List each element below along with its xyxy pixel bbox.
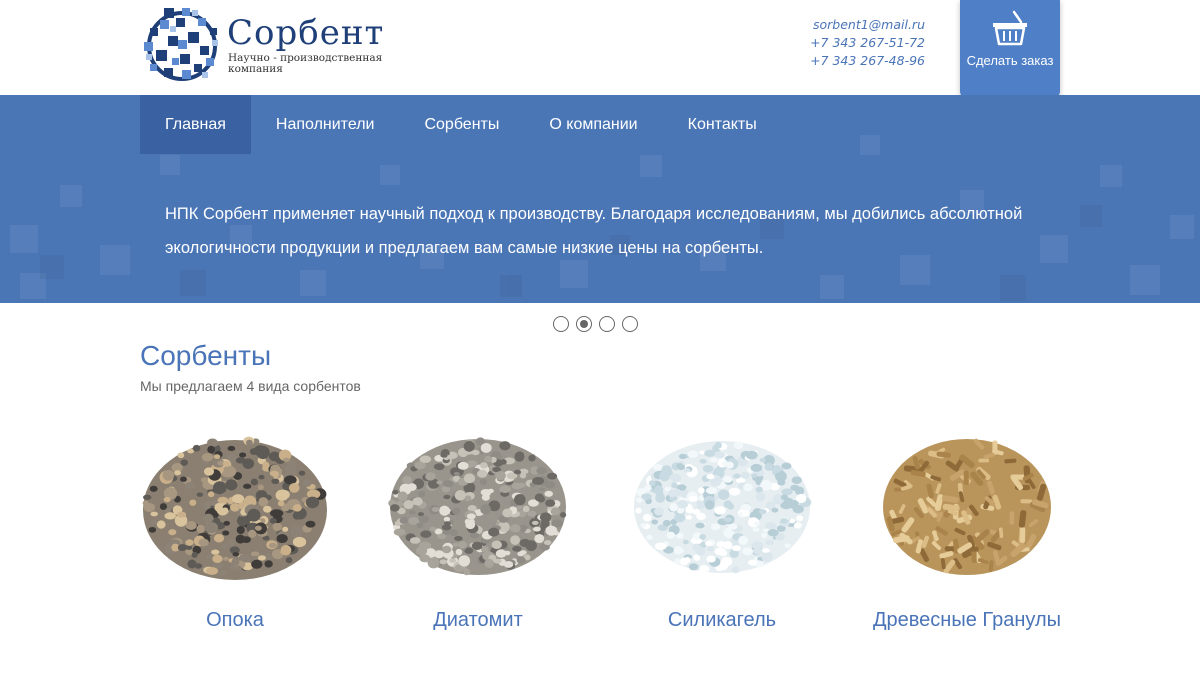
slider-dot-4[interactable] <box>622 316 638 332</box>
wood-pellets-image <box>883 438 1051 575</box>
slider-dots <box>553 316 638 332</box>
order-button[interactable]: Сделать заказ <box>960 0 1060 99</box>
hero-banner: Главная Наполнители Сорбенты О компании … <box>0 95 1200 303</box>
product-name: Опока <box>206 609 264 631</box>
contact-phone-1[interactable]: +7 343 267-51-72 <box>810 34 925 52</box>
contact-email[interactable]: sorbent1@mail.ru <box>810 16 925 34</box>
slider-dot-2[interactable] <box>576 316 592 332</box>
silica-gel-image <box>634 441 812 574</box>
product-card-diatomite[interactable]: Диатомит <box>378 415 578 631</box>
nav-item-home[interactable]: Главная <box>140 95 251 154</box>
logo-mark-icon <box>144 8 218 81</box>
section-subtitle: Мы предлагаем 4 вида сорбентов <box>140 378 361 394</box>
contact-phone-2[interactable]: +7 343 267-48-96 <box>810 52 925 70</box>
product-name: Древесные Гранулы <box>872 609 1062 631</box>
site-header: Сорбент Научно - производственная компан… <box>0 0 1200 99</box>
product-card-wood-pellets[interactable]: Древесные Гранулы <box>867 415 1067 631</box>
main-nav: Главная Наполнители Сорбенты О компании … <box>140 95 782 154</box>
product-name: Диатомит <box>433 609 523 631</box>
banner-text: НПК Сорбент применяет научный подход к п… <box>165 205 1023 257</box>
logo-subtitle: Научно - производственная компания <box>228 52 383 75</box>
header-contacts: sorbent1@mail.ru +7 343 267-51-72 +7 343… <box>810 16 925 70</box>
nav-item-about[interactable]: О компании <box>524 95 662 154</box>
section-title: Сорбенты <box>140 340 272 371</box>
order-button-label: Сделать заказ <box>966 53 1054 68</box>
nav-item-fillers[interactable]: Наполнители <box>251 95 400 154</box>
nav-item-sorbents[interactable]: Сорбенты <box>399 95 524 154</box>
diatomite-image <box>388 437 567 576</box>
opoka-image <box>142 436 327 580</box>
basket-icon <box>993 10 1027 46</box>
slider-dot-3[interactable] <box>599 316 615 332</box>
company-logo[interactable]: Сорбент Научно - производственная компан… <box>142 6 392 84</box>
nav-item-contacts[interactable]: Контакты <box>663 95 782 154</box>
logo-title: Сорбент <box>227 13 385 53</box>
product-card-opoka[interactable]: Опока <box>135 415 335 631</box>
slider-dot-1[interactable] <box>553 316 569 332</box>
product-card-silica-gel[interactable]: Силикагель <box>622 415 822 631</box>
product-name: Силикагель <box>667 609 777 631</box>
